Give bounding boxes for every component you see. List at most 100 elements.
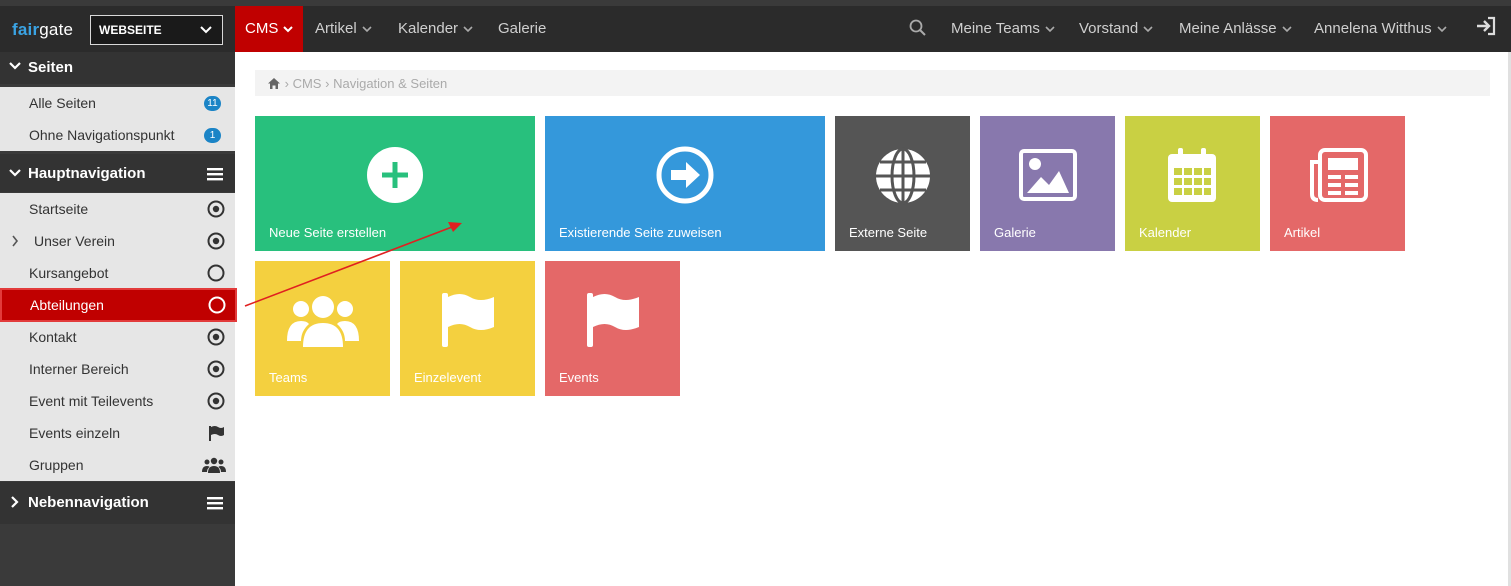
sidebar-item-label: Alle Seiten: [29, 95, 96, 111]
users-icon: [202, 457, 226, 473]
nav-meine-anlaesse[interactable]: Meine Anlässe: [1179, 6, 1292, 52]
chevron-down-icon: [362, 26, 372, 33]
logo-fair-text: fair: [12, 20, 40, 39]
count-badge: 1: [204, 128, 221, 143]
sidebar-item-ohne-navigationspunkt[interactable]: Ohne Navigationspunkt 1: [0, 119, 235, 151]
nav-galerie-label: Galerie: [498, 20, 547, 37]
nav-meine-teams[interactable]: Meine Teams: [951, 6, 1055, 52]
sidebar-item-events-einzeln[interactable]: Events einzeln: [0, 417, 235, 449]
tile-kalender[interactable]: Kalender: [1125, 116, 1260, 251]
chevron-down-icon: [1045, 26, 1055, 33]
chevron-down-icon: [283, 26, 294, 33]
flag-icon: [209, 426, 224, 441]
nav-galerie[interactable]: Galerie: [498, 6, 546, 52]
nav-cms-label: CMS: [245, 20, 279, 37]
sidebar-item-kontakt[interactable]: Kontakt: [0, 321, 235, 353]
tile-label: Events: [559, 370, 599, 385]
nav-meine-anlaesse-label: Meine Anlässe: [1179, 20, 1277, 37]
chevron-down-icon: [463, 26, 473, 33]
top-bar: fairgate WEBSEITE CMS Artikel Kalender G…: [0, 0, 1511, 52]
sidebar-item-abteilungen[interactable]: Abteilungen: [0, 288, 237, 322]
chevron-right-icon[interactable]: [11, 225, 19, 257]
chevron-down-icon: [1437, 26, 1447, 33]
chevron-down-icon: [9, 169, 21, 177]
sign-in-icon[interactable]: [1475, 16, 1497, 36]
sidebar-item-unser-verein[interactable]: Unser Verein: [0, 225, 235, 257]
nav-artikel-label: Artikel: [315, 20, 357, 37]
sidebar-item-label: Kontakt: [29, 329, 77, 345]
dot-circle-icon: [207, 392, 225, 410]
nav-cms[interactable]: CMS: [235, 6, 304, 52]
tile-label: Existierende Seite zuweisen: [559, 225, 722, 240]
section-seiten-header[interactable]: Seiten: [0, 52, 235, 84]
sidebar-item-gruppen[interactable]: Gruppen: [0, 449, 235, 481]
breadcrumb-separator: ›: [325, 76, 330, 92]
chevron-down-icon: [200, 26, 212, 34]
section-seiten-list: Alle Seiten 11 Ohne Navigationspunkt 1: [0, 87, 235, 151]
section-hauptnavigation-header[interactable]: Hauptnavigation: [0, 154, 235, 192]
nav-vorstand[interactable]: Vorstand: [1079, 6, 1153, 52]
menu-icon[interactable]: [207, 496, 223, 510]
sidebar-item-label: Unser Verein: [34, 233, 115, 249]
tile-label: Externe Seite: [849, 225, 928, 240]
sidebar-item-label: Startseite: [29, 201, 89, 217]
nav-user-menu[interactable]: Annelena Witthus: [1314, 6, 1447, 52]
sidebar-item-startseite[interactable]: Startseite: [0, 193, 235, 225]
sidebar-item-label: Event mit Teilevents: [29, 393, 154, 409]
dot-circle-icon: [207, 360, 225, 378]
circle-icon: [207, 264, 225, 282]
section-hauptnavigation-list: Startseite Unser Verein Kursangebot Abte…: [0, 193, 237, 481]
section-hauptnavigation-title: Hauptnavigation: [28, 165, 146, 182]
chevron-right-icon: [11, 496, 19, 508]
tile-existierende-seite-zuweisen[interactable]: Existierende Seite zuweisen: [545, 116, 825, 251]
nav-vorstand-label: Vorstand: [1079, 20, 1139, 37]
tile-teams[interactable]: Teams: [255, 261, 390, 396]
section-nebennavigation-title: Nebennavigation: [28, 494, 149, 511]
tile-einzelevent[interactable]: Einzelevent: [400, 261, 535, 396]
sidebar-item-label: Abteilungen: [30, 297, 104, 313]
sidebar-item-interner-bereich[interactable]: Interner Bereich: [0, 353, 235, 385]
site-select-value: WEBSEITE: [99, 23, 162, 37]
tile-events[interactable]: Events: [545, 261, 680, 396]
tile-label: Einzelevent: [414, 370, 482, 385]
sidebar-item-label: Kursangebot: [29, 265, 109, 281]
tile-neue-seite-erstellen[interactable]: Neue Seite erstellen: [255, 116, 535, 251]
sidebar-item-kursangebot[interactable]: Kursangebot: [0, 257, 235, 289]
tile-label: Kalender: [1139, 225, 1192, 240]
sidebar-item-label: Ohne Navigationspunkt: [29, 127, 175, 143]
tile-label: Artikel: [1284, 225, 1321, 240]
flag-icon: [442, 293, 494, 347]
menu-icon[interactable]: [207, 167, 223, 181]
nav-user-name: Annelena Witthus: [1314, 20, 1432, 37]
chevron-down-icon: [9, 62, 21, 70]
sidebar-item-alle-seiten[interactable]: Alle Seiten 11: [0, 87, 235, 119]
breadcrumb: › CMS › Navigation & Seiten: [255, 70, 1490, 96]
globe-icon: [876, 147, 930, 205]
nav-kalender[interactable]: Kalender: [398, 6, 473, 52]
section-seiten-title: Seiten: [28, 59, 74, 76]
tile-externe-seite[interactable]: Externe Seite: [835, 116, 970, 251]
breadcrumb-cms[interactable]: CMS: [293, 76, 322, 91]
tile-galerie[interactable]: Galerie: [980, 116, 1115, 251]
breadcrumb-separator: ›: [284, 76, 289, 92]
count-badge: 11: [204, 96, 221, 111]
flag-icon: [587, 293, 639, 347]
site-select[interactable]: WEBSEITE: [90, 15, 223, 45]
search-icon[interactable]: [909, 19, 927, 37]
home-icon[interactable]: [267, 77, 281, 90]
sidebar-item-label: Gruppen: [29, 457, 84, 473]
dot-circle-icon: [207, 232, 225, 250]
circle-icon: [208, 296, 226, 314]
tile-label: Teams: [269, 370, 308, 385]
sidebar: Seiten Alle Seiten 11 Ohne Navigationspun…: [0, 52, 237, 586]
nav-artikel[interactable]: Artikel: [315, 6, 372, 52]
dot-circle-icon: [207, 328, 225, 346]
section-nebennavigation-header[interactable]: Nebennavigation: [0, 482, 235, 524]
tile-artikel[interactable]: Artikel: [1270, 116, 1405, 251]
tile-label: Neue Seite erstellen: [269, 225, 387, 240]
tile-label: Galerie: [994, 225, 1036, 240]
sidebar-item-event-mit-teilevents[interactable]: Event mit Teilevents: [0, 385, 235, 417]
fairgate-logo[interactable]: fairgate: [12, 20, 73, 40]
users-icon: [287, 296, 359, 347]
sidebar-item-label: Events einzeln: [29, 425, 121, 441]
